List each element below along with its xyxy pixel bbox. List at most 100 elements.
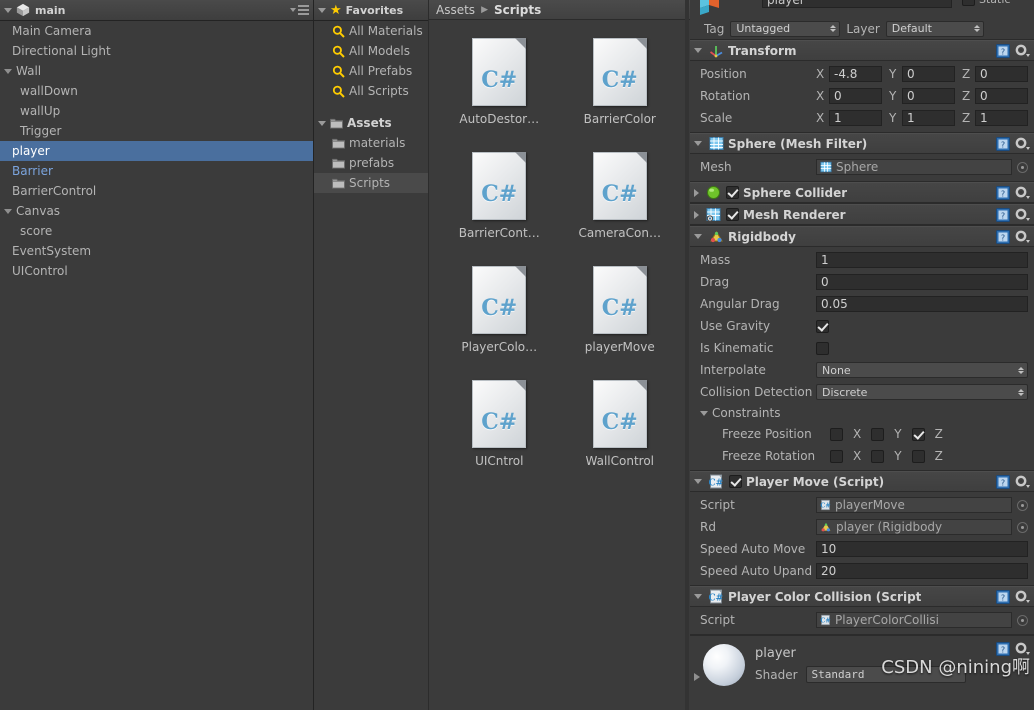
asset-item[interactable]: C# UICntrol — [439, 380, 560, 468]
component-header[interactable]: C# Player Move (Script)? — [690, 471, 1034, 492]
field-y[interactable]: 1 — [902, 110, 955, 126]
scene-foldout-arrow[interactable] — [4, 7, 12, 13]
component-header[interactable]: Sphere (Mesh Filter)? — [690, 133, 1034, 154]
property-value-field[interactable]: 20 — [816, 563, 1028, 579]
help-book-icon[interactable]: ? — [996, 590, 1010, 604]
field-x[interactable]: -4.8 — [829, 66, 882, 82]
gear-icon[interactable] — [1015, 44, 1030, 58]
asset-item[interactable]: C# WallControl — [560, 380, 681, 468]
property-value-field[interactable]: 10 — [816, 541, 1028, 557]
gear-icon[interactable] — [1015, 186, 1030, 200]
hierarchy-item-directional-light[interactable]: Directional Light — [0, 41, 313, 61]
object-picker-icon[interactable] — [1017, 521, 1028, 533]
constraints-foldout-arrow[interactable] — [700, 410, 708, 416]
layer-dropdown[interactable]: Default — [885, 20, 984, 37]
favorites-header[interactable]: ★ Favorites — [314, 0, 428, 21]
object-picker-icon[interactable] — [1017, 161, 1028, 173]
component-enabled-checkbox[interactable] — [726, 208, 739, 221]
object-reference-field[interactable]: C# PlayerColorCollisi — [816, 612, 1012, 628]
field-z[interactable]: 0 — [975, 66, 1028, 82]
asset-item[interactable]: C# PlayerColo… — [439, 266, 560, 354]
hamburger-menu-icon[interactable] — [290, 5, 309, 15]
assets-foldout-arrow[interactable] — [318, 120, 326, 126]
project-folder-materials[interactable]: materials — [314, 133, 428, 153]
property-value-field[interactable]: 0 — [816, 274, 1028, 290]
field-x[interactable]: 1 — [829, 110, 882, 126]
component-header[interactable]: Sphere Collider? — [690, 182, 1034, 203]
freeze-y-checkbox[interactable] — [871, 449, 885, 463]
component-enabled-checkbox[interactable] — [726, 186, 739, 199]
field-y[interactable]: 0 — [902, 88, 955, 104]
favorite-item-all-models[interactable]: All Models — [314, 41, 428, 61]
asset-item[interactable]: C# playerMove — [560, 266, 681, 354]
help-book-icon[interactable]: ? — [996, 230, 1010, 244]
field-x[interactable]: 0 — [829, 88, 882, 104]
object-picker-icon[interactable] — [1017, 614, 1028, 626]
component-foldout-arrow[interactable] — [694, 234, 702, 239]
property-checkbox[interactable] — [816, 341, 829, 355]
component-header[interactable]: C# Player Color Collision (Script? — [690, 586, 1034, 607]
asset-item[interactable]: C# BarrierCont… — [439, 152, 560, 240]
component-header[interactable]: Rigidbody? — [690, 226, 1034, 247]
hierarchy-item-walldown[interactable]: wallDown — [0, 81, 313, 101]
gear-icon[interactable] — [1015, 475, 1030, 489]
component-foldout-arrow[interactable] — [694, 48, 702, 53]
property-value-field[interactable]: 1 — [816, 252, 1028, 268]
assets-root-row[interactable]: Assets — [314, 113, 428, 133]
static-checkbox[interactable] — [962, 0, 975, 6]
component-foldout-arrow[interactable] — [694, 594, 702, 599]
favorite-item-all-scripts[interactable]: All Scripts — [314, 81, 428, 101]
field-z[interactable]: 1 — [975, 110, 1028, 126]
freeze-x-checkbox[interactable] — [830, 449, 843, 463]
asset-item[interactable]: C# BarrierColor — [560, 38, 681, 126]
gear-icon[interactable] — [1015, 590, 1030, 604]
asset-item[interactable]: C# AutoDestor… — [439, 38, 560, 126]
hierarchy-item-player[interactable]: player — [0, 141, 313, 161]
help-book-icon[interactable]: ? — [996, 44, 1010, 58]
expand-arrow-icon[interactable] — [4, 208, 12, 214]
property-dropdown[interactable]: None — [816, 362, 1028, 378]
help-book-icon[interactable]: ? — [996, 137, 1010, 151]
field-y[interactable]: 0 — [902, 66, 955, 82]
field-z[interactable]: 0 — [975, 88, 1028, 104]
component-foldout-arrow[interactable] — [694, 479, 702, 484]
favorites-foldout-arrow[interactable] — [318, 7, 326, 13]
project-scrollbar[interactable] — [685, 0, 689, 710]
freeze-y-checkbox[interactable] — [871, 427, 885, 441]
hierarchy-item-trigger[interactable]: Trigger — [0, 121, 313, 141]
gear-icon[interactable] — [1015, 230, 1030, 244]
freeze-z-checkbox[interactable] — [911, 427, 925, 441]
object-reference-field[interactable]: player (Rigidbody — [816, 519, 1012, 535]
hierarchy-item-canvas[interactable]: Canvas — [0, 201, 313, 221]
component-foldout-arrow[interactable] — [694, 188, 699, 197]
static-toggle[interactable]: Static — [962, 0, 1010, 6]
hierarchy-item-wallup[interactable]: wallUp — [0, 101, 313, 121]
component-header[interactable]: Mesh Renderer? — [690, 204, 1034, 225]
help-book-icon[interactable]: ? — [996, 475, 1010, 489]
property-value-field[interactable]: 0.05 — [816, 296, 1028, 312]
object-picker-icon[interactable] — [1017, 499, 1028, 511]
hierarchy-item-wall[interactable]: Wall — [0, 61, 313, 81]
hierarchy-item-main-camera[interactable]: Main Camera — [0, 21, 313, 41]
gear-icon[interactable] — [1015, 137, 1030, 151]
help-book-icon[interactable]: ? — [996, 642, 1010, 656]
component-foldout-arrow[interactable] — [694, 141, 702, 146]
hierarchy-item-barriercontrol[interactable]: BarrierControl — [0, 181, 313, 201]
tag-dropdown[interactable]: Untagged — [730, 20, 841, 37]
component-enabled-checkbox[interactable] — [729, 475, 742, 488]
help-book-icon[interactable]: ? — [996, 186, 1010, 200]
favorite-item-all-materials[interactable]: All Materials — [314, 21, 428, 41]
project-folder-prefabs[interactable]: prefabs — [314, 153, 428, 173]
material-foldout-arrow[interactable] — [694, 673, 700, 681]
hierarchy-scene-row[interactable]: main — [4, 3, 66, 17]
freeze-z-checkbox[interactable] — [911, 449, 925, 463]
asset-item[interactable]: C# CameraCon… — [560, 152, 681, 240]
hierarchy-item-barrier[interactable]: Barrier — [0, 161, 313, 181]
component-header[interactable]: Transform? — [690, 40, 1034, 61]
help-book-icon[interactable]: ? — [996, 208, 1010, 222]
gear-icon[interactable] — [1015, 642, 1030, 656]
component-foldout-arrow[interactable] — [694, 210, 699, 219]
shader-dropdown[interactable]: Standard — [805, 666, 966, 683]
gear-icon[interactable] — [1015, 208, 1030, 222]
project-folder-scripts[interactable]: Scripts — [314, 173, 428, 193]
